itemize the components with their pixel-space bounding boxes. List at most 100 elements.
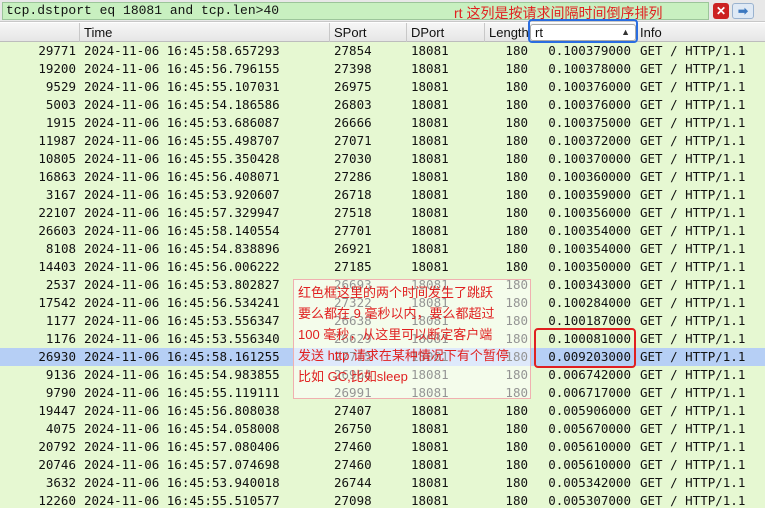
cell-no: 20746 bbox=[38, 457, 76, 472]
cell-sport: 27098 bbox=[334, 493, 372, 508]
cell-len: 180 bbox=[505, 205, 528, 220]
packet-row[interactable]: 3632 2024-11-06 16:45:53.940018 26744 18081… bbox=[0, 474, 765, 492]
cell-len: 180 bbox=[505, 223, 528, 238]
cell-sport: 26975 bbox=[334, 79, 372, 94]
packet-row[interactable]: 10805 2024-11-06 16:45:55.350428 27030 1808… bbox=[0, 150, 765, 168]
cell-rt: 0.100378000 bbox=[548, 61, 631, 76]
rt-sort-annotation: rt 这列是按请求间隔时间倒序排列 bbox=[454, 5, 663, 21]
cell-len: 180 bbox=[505, 439, 528, 454]
packet-row[interactable]: 19447 2024-11-06 16:45:56.808038 27407 1808… bbox=[0, 402, 765, 420]
packet-row[interactable]: 26603 2024-11-06 16:45:58.140554 27701 1808… bbox=[0, 222, 765, 240]
cell-dport: 18081 bbox=[411, 493, 449, 508]
packet-row[interactable]: 11987 2024-11-06 16:45:55.498707 27071 1808… bbox=[0, 132, 765, 150]
packet-row[interactable]: 12260 2024-11-06 16:45:55.510577 27098 1808… bbox=[0, 492, 765, 508]
cell-no: 16863 bbox=[38, 169, 76, 184]
cell-time: 2024-11-06 16:45:58.657293 bbox=[84, 43, 280, 58]
cell-info: GET / HTTP/1.1 bbox=[640, 421, 746, 436]
packet-row[interactable]: 20746 2024-11-06 16:45:57.074698 27460 1808… bbox=[0, 456, 765, 474]
analysis-note: 红色框这里的两个时间发生了跳跃 要么都在 9 毫秒以内，要么都超过 100 毫秒… bbox=[293, 279, 531, 399]
cell-dport: 18081 bbox=[411, 421, 449, 436]
analysis-note-line: 要么都在 9 毫秒以内，要么都超过 bbox=[298, 306, 495, 321]
column-header-info[interactable]: Info bbox=[636, 23, 765, 42]
cell-time: 2024-11-06 16:45:54.838896 bbox=[84, 241, 280, 256]
cell-sport: 27030 bbox=[334, 151, 372, 166]
cell-sport: 26718 bbox=[334, 187, 372, 202]
cell-time: 2024-11-06 16:45:54.983855 bbox=[84, 367, 280, 382]
cell-rt: 0.005670000 bbox=[548, 421, 631, 436]
cell-no: 20792 bbox=[38, 439, 76, 454]
cell-time: 2024-11-06 16:45:55.119111 bbox=[84, 385, 280, 400]
column-header-sport[interactable]: SPort bbox=[330, 23, 407, 42]
cell-rt: 0.100354000 bbox=[548, 223, 631, 238]
packet-row[interactable]: 4075 2024-11-06 16:45:54.058008 26750 18081… bbox=[0, 420, 765, 438]
packet-row[interactable]: 1915 2024-11-06 16:45:53.686087 26666 18081… bbox=[0, 114, 765, 132]
cell-info: GET / HTTP/1.1 bbox=[640, 385, 746, 400]
clear-filter-icon[interactable]: ✕ bbox=[713, 3, 729, 19]
cell-sport: 27185 bbox=[334, 259, 372, 274]
cell-no: 26603 bbox=[38, 223, 76, 238]
cell-no: 14403 bbox=[38, 259, 76, 274]
cell-len: 180 bbox=[505, 97, 528, 112]
packet-row[interactable]: 16863 2024-11-06 16:45:56.408071 27286 1808… bbox=[0, 168, 765, 186]
analysis-note-line: 比如 GC,比如sleep bbox=[298, 369, 408, 384]
column-header-dport[interactable]: DPort bbox=[407, 23, 485, 42]
cell-info: GET / HTTP/1.1 bbox=[640, 457, 746, 472]
packet-row[interactable]: 19200 2024-11-06 16:45:56.796155 27398 1808… bbox=[0, 60, 765, 78]
cell-len: 180 bbox=[505, 403, 528, 418]
apply-filter-icon[interactable]: ➡ bbox=[732, 3, 754, 19]
cell-info: GET / HTTP/1.1 bbox=[640, 115, 746, 130]
cell-dport: 18081 bbox=[411, 241, 449, 256]
cell-time: 2024-11-06 16:45:57.080406 bbox=[84, 439, 280, 454]
cell-no: 9529 bbox=[45, 79, 76, 94]
cell-rt: 0.006742000 bbox=[548, 367, 631, 382]
analysis-note-line: 红色框这里的两个时间发生了跳跃 bbox=[298, 285, 494, 300]
column-header-no[interactable] bbox=[0, 23, 80, 42]
cell-dport: 18081 bbox=[411, 457, 449, 472]
column-header-time[interactable]: Time bbox=[80, 23, 330, 42]
packet-row[interactable]: 8108 2024-11-06 16:45:54.838896 26921 18081… bbox=[0, 240, 765, 258]
packet-row[interactable]: 5003 2024-11-06 16:45:54.186586 26803 18081… bbox=[0, 96, 765, 114]
cell-info: GET / HTTP/1.1 bbox=[640, 277, 746, 292]
cell-dport: 18081 bbox=[411, 79, 449, 94]
packet-list-header: Time SPort DPort Length rt ▲ Info bbox=[0, 23, 765, 42]
cell-no: 10805 bbox=[38, 151, 76, 166]
column-header-length[interactable]: Length bbox=[485, 23, 530, 42]
cell-time: 2024-11-06 16:45:56.534241 bbox=[84, 295, 280, 310]
cell-info: GET / HTTP/1.1 bbox=[640, 151, 746, 166]
cell-no: 19447 bbox=[38, 403, 76, 418]
cell-dport: 18081 bbox=[411, 439, 449, 454]
cell-len: 180 bbox=[505, 493, 528, 508]
cell-rt: 0.100375000 bbox=[548, 115, 631, 130]
cell-rt: 0.100372000 bbox=[548, 133, 631, 148]
cell-rt: 0.100379000 bbox=[548, 43, 631, 58]
cell-dport: 18081 bbox=[411, 259, 449, 274]
cell-dport: 18081 bbox=[411, 151, 449, 166]
packet-row[interactable]: 3167 2024-11-06 16:45:53.920607 26718 18081… bbox=[0, 186, 765, 204]
packet-row[interactable]: 29771 2024-11-06 16:45:58.657293 27854 1808… bbox=[0, 42, 765, 60]
cell-len: 180 bbox=[505, 133, 528, 148]
cell-rt: 0.005342000 bbox=[548, 475, 631, 490]
cell-time: 2024-11-06 16:45:55.350428 bbox=[84, 151, 280, 166]
cell-len: 180 bbox=[505, 151, 528, 166]
cell-sport: 27407 bbox=[334, 403, 372, 418]
cell-info: GET / HTTP/1.1 bbox=[640, 169, 746, 184]
cell-no: 4075 bbox=[45, 421, 76, 436]
cell-info: GET / HTTP/1.1 bbox=[640, 79, 746, 94]
cell-time: 2024-11-06 16:45:53.802827 bbox=[84, 277, 280, 292]
cell-info: GET / HTTP/1.1 bbox=[640, 133, 746, 148]
cell-dport: 18081 bbox=[411, 475, 449, 490]
cell-time: 2024-11-06 16:45:58.161255 bbox=[84, 349, 280, 364]
cell-info: GET / HTTP/1.1 bbox=[640, 61, 746, 76]
cell-time: 2024-11-06 16:45:56.006222 bbox=[84, 259, 280, 274]
cell-len: 180 bbox=[505, 43, 528, 58]
cell-info: GET / HTTP/1.1 bbox=[640, 403, 746, 418]
packet-row[interactable]: 9529 2024-11-06 16:45:55.107031 26975 18081… bbox=[0, 78, 765, 96]
cell-time: 2024-11-06 16:45:56.408071 bbox=[84, 169, 280, 184]
cell-dport: 18081 bbox=[411, 223, 449, 238]
cell-rt: 0.100350000 bbox=[548, 259, 631, 274]
cell-rt: 0.005610000 bbox=[548, 457, 631, 472]
packet-row[interactable]: 20792 2024-11-06 16:45:57.080406 27460 1808… bbox=[0, 438, 765, 456]
packet-row[interactable]: 22107 2024-11-06 16:45:57.329947 27518 1808… bbox=[0, 204, 765, 222]
cell-no: 9136 bbox=[45, 367, 76, 382]
packet-row[interactable]: 14403 2024-11-06 16:45:56.006222 27185 1808… bbox=[0, 258, 765, 276]
